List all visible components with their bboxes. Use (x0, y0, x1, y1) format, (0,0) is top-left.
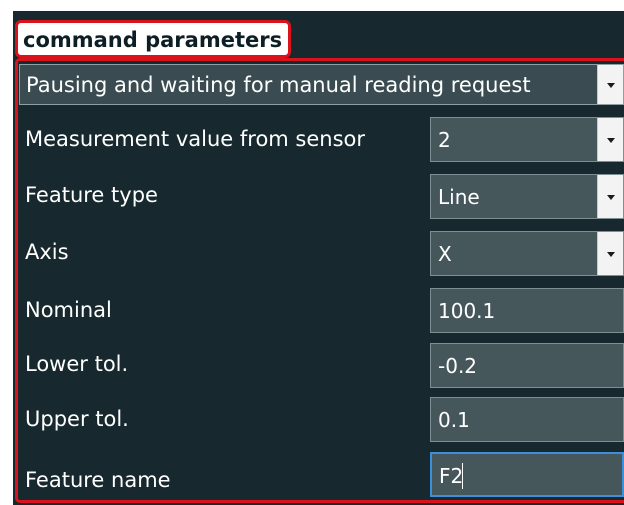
axis-select[interactable]: X (430, 231, 624, 276)
feature-type-label: Feature type (25, 183, 158, 207)
sensor-measurement-label: Measurement value from sensor (25, 127, 366, 151)
nominal-label: Nominal (25, 298, 112, 322)
chevron-down-icon (607, 194, 615, 200)
sensor-measurement-value: 2 (438, 128, 451, 152)
axis-value: X (438, 242, 452, 266)
axis-label: Axis (25, 240, 69, 264)
page-title: command parameters (23, 28, 283, 52)
sensor-measurement-dropdown-button[interactable] (597, 118, 623, 161)
feature-name-value: F2 (439, 464, 464, 488)
chevron-down-icon (607, 82, 615, 88)
feature-type-value: Line (438, 185, 480, 209)
upper-tolerance-input[interactable]: 0.1 (430, 397, 624, 442)
lower-tolerance-input[interactable]: -0.2 (430, 343, 624, 388)
mode-dropdown-button[interactable] (597, 65, 623, 104)
mode-select-value: Pausing and waiting for manual reading r… (26, 73, 531, 97)
feature-name-label: Feature name (25, 468, 171, 492)
text-caret (462, 463, 463, 489)
mode-select[interactable]: Pausing and waiting for manual reading r… (19, 64, 624, 105)
upper-tolerance-label: Upper tol. (25, 407, 129, 431)
feature-type-dropdown-button[interactable] (597, 175, 623, 218)
feature-type-select[interactable]: Line (430, 174, 624, 219)
nominal-input[interactable]: 100.1 (430, 288, 624, 333)
chevron-down-icon (607, 137, 615, 143)
axis-dropdown-button[interactable] (597, 232, 623, 275)
lower-tolerance-label: Lower tol. (25, 352, 129, 376)
lower-tolerance-value: -0.2 (438, 354, 478, 378)
sensor-measurement-select[interactable]: 2 (430, 117, 624, 162)
upper-tolerance-value: 0.1 (438, 408, 470, 432)
feature-name-input[interactable]: F2 (430, 452, 624, 497)
chevron-down-icon (607, 251, 615, 257)
nominal-value: 100.1 (438, 299, 496, 323)
